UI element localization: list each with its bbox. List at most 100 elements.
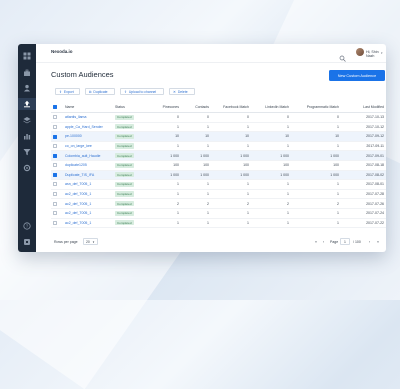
select-all-cell bbox=[51, 101, 63, 113]
status-badge: Completed bbox=[115, 124, 134, 130]
table-row[interactable]: co_on_large_kee Completed 1 1 1 1 1 2017-09-11 bbox=[51, 141, 386, 152]
row-checkbox[interactable] bbox=[53, 115, 57, 120]
audience-name-link[interactable]: ac2_def_T005_1 bbox=[63, 198, 113, 209]
filter-icon[interactable] bbox=[23, 148, 31, 156]
app-logo[interactable]: Nexoda.io bbox=[51, 49, 73, 54]
row-checkbox[interactable] bbox=[53, 172, 57, 177]
contacts-cell: 1 bbox=[181, 179, 211, 190]
row-select-cell bbox=[51, 122, 63, 133]
audience-name-link[interactable]: pe-100000 bbox=[63, 131, 113, 142]
table-row[interactable]: atlantis_llama Completed 0 0 0 0 0 2017-10-13 bbox=[51, 112, 386, 123]
prev-page-button[interactable]: ‹ bbox=[323, 240, 324, 244]
row-select-cell bbox=[51, 131, 63, 142]
audience-name-link[interactable]: duplicate1205 bbox=[63, 160, 113, 171]
audience-name-link[interactable]: atlantis_llama bbox=[63, 112, 113, 123]
next-page-button[interactable]: › bbox=[369, 240, 370, 244]
column-header-facebook-match[interactable]: Facebook Match bbox=[211, 101, 251, 113]
linkedin-match-cell: 2 bbox=[251, 198, 291, 209]
linkedin-match-cell: 1 bbox=[251, 122, 291, 133]
table-row[interactable]: ac2_def_T005_1 Completed 1 1 1 1 1 2017-07-24 bbox=[51, 208, 386, 219]
row-checkbox[interactable] bbox=[53, 201, 57, 206]
status-badge: Completed bbox=[115, 201, 134, 207]
first-page-button[interactable]: « bbox=[315, 240, 317, 244]
table-row[interactable]: pe-100000 Completed 10 10 10 10 10 2017-09-12 bbox=[51, 131, 386, 142]
status-cell: Completed bbox=[113, 150, 147, 161]
row-checkbox[interactable] bbox=[53, 192, 57, 197]
table-row[interactable]: duplicate1205 Completed 100 100 100 100 100 201… bbox=[51, 160, 386, 171]
column-header-last-modified[interactable]: Last Modified bbox=[341, 101, 386, 113]
table-row[interactable]: ac2_def_T005_1 Completed 2 2 2 2 2 2017-07-26 bbox=[51, 198, 386, 209]
contacts-cell: 1 bbox=[181, 122, 211, 133]
row-checkbox[interactable] bbox=[53, 163, 57, 168]
delete-button[interactable]: ✕ Delete bbox=[169, 88, 195, 95]
table-body: atlantis_llama Completed 0 0 0 0 0 2017-10-13 ap… bbox=[51, 112, 386, 229]
row-checkbox[interactable] bbox=[53, 144, 57, 149]
table-row[interactable]: ac2_def_T005_1 Completed 1 1 1 1 1 2017-07-22 bbox=[51, 218, 386, 229]
chevron-down-icon[interactable]: ▾ bbox=[381, 51, 383, 55]
table-row[interactable]: asn_def_T005_1 Completed 1 1 1 1 1 2017-08-01 bbox=[51, 179, 386, 190]
chart-icon[interactable] bbox=[23, 132, 31, 140]
pinecones-cell: 10 bbox=[147, 131, 181, 142]
help-icon[interactable]: ? bbox=[23, 222, 31, 230]
logout-icon[interactable] bbox=[23, 238, 31, 246]
page-label: Page bbox=[330, 240, 339, 244]
audience-name-link[interactable]: asn_def_T005_1 bbox=[63, 179, 113, 190]
column-header-programmatic-match[interactable]: Programmatic Match bbox=[291, 101, 341, 113]
last-modified-cell: 2017-08-01 bbox=[341, 179, 386, 190]
row-checkbox[interactable] bbox=[53, 124, 57, 129]
grid-icon[interactable] bbox=[23, 52, 31, 60]
audience-name-link[interactable]: Colombia_ault_Haudie bbox=[63, 150, 113, 161]
contacts-cell: 1 000 bbox=[181, 150, 211, 161]
programmatic-match-cell: 100 bbox=[291, 160, 341, 171]
table-row[interactable]: ac2_def_T005_1 Completed 1 1 1 1 1 2017-07-28 bbox=[51, 189, 386, 200]
column-header-contacts[interactable]: Contacts bbox=[181, 101, 211, 113]
duplicate-button[interactable]: ⧉ Duplicate bbox=[85, 88, 115, 95]
last-page-button[interactable]: » bbox=[377, 240, 379, 244]
table-row[interactable]: Duplicate_TIS_IFA Completed 1 000 1 000 1 00… bbox=[51, 170, 386, 181]
last-modified-cell: 2017-09-01 bbox=[341, 150, 386, 161]
contacts-cell: 1 bbox=[181, 141, 211, 152]
audience-name-link[interactable]: co_on_large_kee bbox=[63, 141, 113, 152]
status-badge: Completed bbox=[115, 181, 134, 188]
row-checkbox[interactable] bbox=[53, 211, 57, 216]
upload-icon[interactable] bbox=[23, 100, 31, 108]
app-window: ? Nexoda.io Hi, Shin Nazh ▾ Custom Audie… bbox=[18, 44, 386, 252]
page-number-input[interactable]: 1 bbox=[340, 238, 350, 245]
table-footer: Rows per page 20 ▾ « ‹ Page 1 / 100 › » bbox=[51, 238, 386, 248]
avatar[interactable] bbox=[356, 48, 364, 56]
column-header-linkedin-match[interactable]: LinkedIn Match bbox=[251, 101, 291, 113]
layers-icon[interactable] bbox=[23, 116, 31, 124]
facebook-match-cell: 100 bbox=[211, 160, 251, 171]
row-checkbox[interactable] bbox=[53, 153, 57, 158]
user-icon[interactable] bbox=[23, 84, 31, 92]
audience-name-link[interactable]: Duplicate_TIS_IFA bbox=[63, 170, 113, 181]
row-checkbox[interactable] bbox=[53, 220, 57, 225]
linkedin-match-cell: 1 bbox=[251, 218, 291, 229]
upload-to-channel-button[interactable]: ⇧ Upload to channel bbox=[120, 88, 164, 95]
select-all-checkbox[interactable] bbox=[53, 104, 57, 109]
row-checkbox[interactable] bbox=[53, 134, 57, 139]
audience-name-link[interactable]: ac2_def_T005_1 bbox=[63, 218, 113, 229]
new-custom-audience-button[interactable]: New Custom Audience bbox=[329, 70, 385, 81]
user-greeting[interactable]: Hi, Shin Nazh bbox=[366, 50, 386, 58]
audience-name-link[interactable]: apple_Ca_Hard_Sender bbox=[63, 122, 113, 133]
column-header-status[interactable]: Status bbox=[113, 101, 147, 113]
facebook-match-cell: 1 bbox=[211, 141, 251, 152]
facebook-match-cell: 2 bbox=[211, 198, 251, 209]
page-total: / 100 bbox=[353, 240, 361, 244]
audiences-table: Name Status Pinecones Contacts Facebook … bbox=[51, 101, 386, 229]
audience-name-link[interactable]: ac2_def_T005_1 bbox=[63, 208, 113, 219]
column-header-pinecones[interactable]: Pinecones bbox=[147, 101, 181, 113]
briefcase-icon[interactable] bbox=[23, 69, 31, 77]
table-row[interactable]: apple_Ca_Hard_Sender Completed 1 1 1 1 1 2017-1… bbox=[51, 122, 386, 133]
search-icon[interactable] bbox=[339, 49, 346, 62]
audience-name-link[interactable]: ac2_def_T005_1 bbox=[63, 189, 113, 200]
settings-icon[interactable] bbox=[23, 164, 31, 172]
rows-per-page-select[interactable]: 20 ▾ bbox=[83, 238, 98, 245]
column-header-name[interactable]: Name bbox=[63, 101, 113, 113]
facebook-match-cell: 10 bbox=[211, 131, 251, 142]
linkedin-match-cell: 1 bbox=[251, 179, 291, 190]
row-checkbox[interactable] bbox=[53, 182, 57, 187]
table-row[interactable]: Colombia_ault_Haudie Completed 1 000 1 000 1… bbox=[51, 150, 386, 161]
export-button[interactable]: ⇪ Export bbox=[55, 88, 80, 95]
